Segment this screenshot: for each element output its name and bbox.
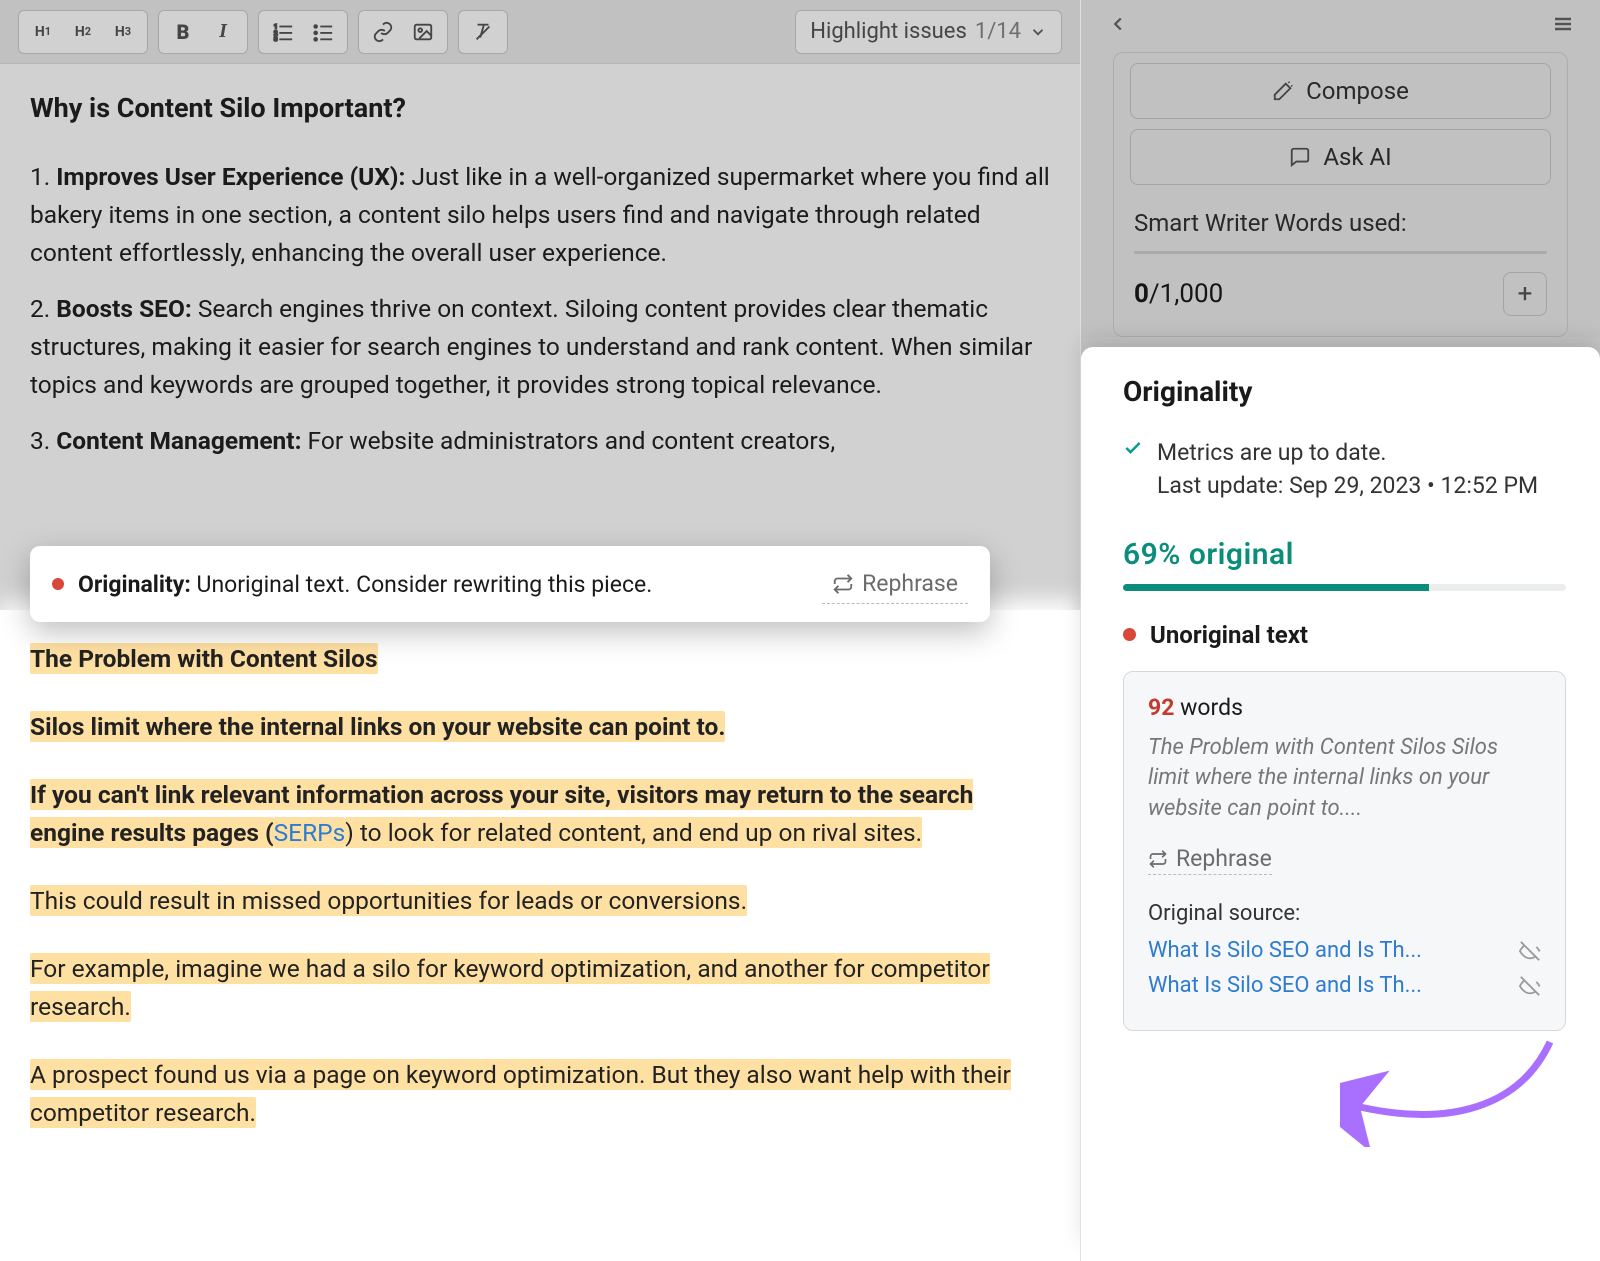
insert-group <box>358 10 448 54</box>
heading-group: H1 H2 H3 <box>18 10 148 54</box>
originality-bar <box>1123 584 1566 591</box>
highlighted-content[interactable]: The Problem with Content Silos Silos lim… <box>0 610 1080 1261</box>
editor-body[interactable]: Why is Content Silo Important? 1.Improve… <box>0 64 1080 518</box>
sidebar: Compose Ask AI Smart Writer Words used: … <box>1080 0 1600 1261</box>
source-link[interactable]: What Is Silo SEO and Is Th... <box>1148 938 1422 963</box>
highlight-label: Highlight issues <box>810 19 967 44</box>
unordered-list-button[interactable] <box>305 15 341 49</box>
red-dot-icon <box>1123 628 1136 641</box>
clear-format-button[interactable] <box>465 15 501 49</box>
smart-writer-label: Smart Writer Words used: <box>1114 195 1567 237</box>
source-row: What Is Silo SEO and Is Th... <box>1148 973 1541 998</box>
hl-p1: Silos limit where the internal links on … <box>30 711 725 742</box>
metrics-line2: Last update: Sep 29, 2023 • 12:52 PM <box>1157 469 1538 502</box>
snippet-text: The Problem with Content Silos Silos lim… <box>1148 733 1541 825</box>
add-words-button[interactable]: + <box>1503 272 1547 316</box>
hide-icon[interactable] <box>1519 975 1541 997</box>
unoriginal-card: 92 words The Problem with Content Silos … <box>1123 671 1566 1031</box>
list-item: 1.Improves User Experience (UX): Just li… <box>30 158 1050 272</box>
refresh-icon <box>832 573 854 595</box>
hl-heading: The Problem with Content Silos <box>30 643 378 674</box>
hide-icon[interactable] <box>1519 940 1541 962</box>
wand-icon <box>1272 80 1294 102</box>
hl-p3: This could result in missed opportunitie… <box>30 885 747 916</box>
unoriginal-header: Unoriginal text <box>1123 621 1566 649</box>
italic-button[interactable]: I <box>205 15 241 49</box>
rephrase-card-button[interactable]: Rephrase <box>1148 845 1272 875</box>
editor-pane: H1 H2 H3 B I 123 <box>0 0 1080 1261</box>
source-label: Original source: <box>1148 901 1541 926</box>
popup-label: Originality: <box>78 571 191 598</box>
chevron-down-icon <box>1029 23 1047 41</box>
link-button[interactable] <box>365 15 401 49</box>
list-item: 3.Content Management: For website admini… <box>30 422 1050 460</box>
ordered-list-button[interactable]: 123 <box>265 15 301 49</box>
h1-button[interactable]: H1 <box>25 15 61 49</box>
annotation-arrow-icon <box>1340 1037 1560 1147</box>
originality-title: Originality <box>1123 375 1566 408</box>
originality-inline-popup: Originality: Unoriginal text. Consider r… <box>30 546 990 622</box>
h3-button[interactable]: H3 <box>105 15 141 49</box>
clear-group <box>458 10 508 54</box>
document-heading: Why is Content Silo Important? <box>30 88 1050 130</box>
originality-bar-fill <box>1123 584 1429 591</box>
sidebar-header <box>1097 0 1584 48</box>
image-button[interactable] <box>405 15 441 49</box>
ask-ai-button[interactable]: Ask AI <box>1130 129 1551 185</box>
highlight-count: 1/14 <box>975 19 1021 44</box>
hl-p4: For example, imagine we had a silo for k… <box>30 953 990 1022</box>
originality-panel: Originality Metrics are up to date. Last… <box>1081 347 1600 1261</box>
hl-p2b: ) to look for related content, and end u… <box>345 817 922 848</box>
check-icon <box>1123 438 1143 503</box>
highlight-issues-dropdown[interactable]: Highlight issues 1/14 <box>795 10 1062 54</box>
svg-text:3: 3 <box>274 35 278 43</box>
sw-used: 0 <box>1134 279 1149 309</box>
originality-percent: 69% original <box>1123 537 1566 572</box>
hl-p5: A prospect found us via a page on keywor… <box>30 1059 1011 1128</box>
sidebar-top: Compose Ask AI Smart Writer Words used: … <box>1081 0 1600 337</box>
status-dot-icon <box>52 578 64 590</box>
list-group: 123 <box>258 10 348 54</box>
format-group: B I <box>158 10 248 54</box>
sidebar-menu-button[interactable] <box>1548 9 1578 39</box>
bold-button[interactable]: B <box>165 15 201 49</box>
rephrase-inline-button[interactable]: Rephrase <box>822 564 968 604</box>
sw-total: /1,000 <box>1149 279 1223 309</box>
word-count: 92 words <box>1148 694 1541 721</box>
source-link[interactable]: What Is Silo SEO and Is Th... <box>1148 973 1422 998</box>
smart-writer-usage: 0/1,000 + <box>1114 254 1567 336</box>
refresh-icon <box>1148 849 1168 869</box>
list-item: 2.Boosts SEO: Search engines thrive on c… <box>30 290 1050 404</box>
serps-link[interactable]: SERPs <box>274 817 346 848</box>
compose-button[interactable]: Compose <box>1130 63 1551 119</box>
h2-button[interactable]: H2 <box>65 15 101 49</box>
metrics-row: Metrics are up to date. Last update: Sep… <box>1123 436 1566 503</box>
sidebar-back-button[interactable] <box>1103 9 1133 39</box>
popup-message: Unoriginal text. Consider rewriting this… <box>197 571 653 598</box>
source-row: What Is Silo SEO and Is Th... <box>1148 938 1541 963</box>
editor-toolbar: H1 H2 H3 B I 123 <box>0 0 1080 64</box>
metrics-line1: Metrics are up to date. <box>1157 436 1538 469</box>
chat-icon <box>1289 146 1311 168</box>
ai-tools-card: Compose Ask AI Smart Writer Words used: … <box>1113 52 1568 337</box>
